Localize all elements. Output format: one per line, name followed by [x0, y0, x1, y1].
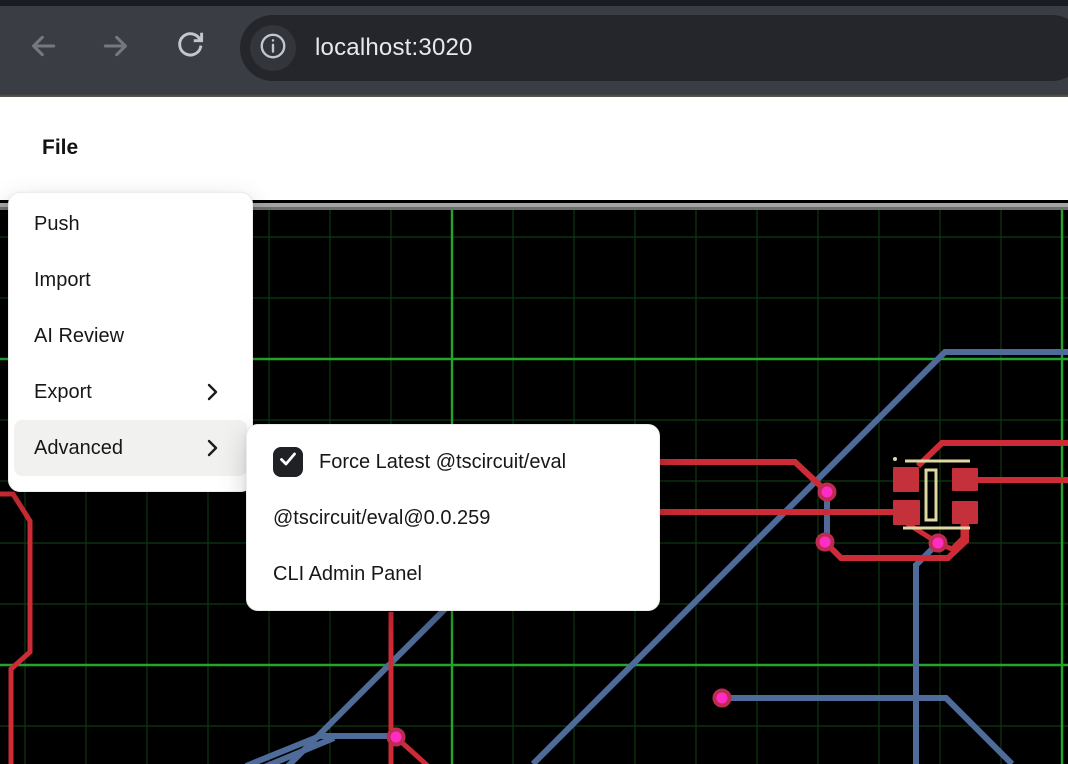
page-background: [0, 97, 1068, 200]
menu-item-push[interactable]: Push: [14, 196, 247, 252]
menu-item-label: Export: [34, 381, 92, 404]
menu-item-label: Import: [34, 269, 91, 292]
file-dropdown-menu: Push Import AI Review Export Advanced: [8, 192, 253, 492]
url-text[interactable]: localhost:3020: [315, 15, 473, 81]
window-top-strip: [0, 0, 1068, 6]
menu-item-ai-review[interactable]: AI Review: [14, 308, 247, 364]
menu-item-label: Push: [34, 213, 80, 236]
menu-item-label: AI Review: [34, 325, 124, 348]
back-arrow-icon: [27, 30, 59, 67]
reload-button[interactable]: [174, 32, 206, 64]
chevron-right-icon: [205, 381, 220, 403]
forward-arrow-icon: [100, 30, 132, 67]
file-menu-trigger[interactable]: File: [42, 136, 78, 160]
menu-item-advanced[interactable]: Advanced: [14, 420, 247, 476]
submenu-item-label: @tscircuit/eval@0.0.259: [273, 507, 490, 530]
back-button[interactable]: [27, 32, 59, 64]
menu-item-export[interactable]: Export: [14, 364, 247, 420]
advanced-submenu: Force Latest @tscircuit/eval @tscircuit/…: [246, 424, 660, 611]
submenu-item-label: Force Latest @tscircuit/eval: [319, 451, 566, 474]
forward-button[interactable]: [100, 32, 132, 64]
menu-item-label: Advanced: [34, 437, 123, 460]
submenu-item-eval-version[interactable]: @tscircuit/eval@0.0.259: [247, 490, 659, 546]
checkbox-checked[interactable]: [273, 447, 303, 477]
submenu-item-cli-admin-panel[interactable]: CLI Admin Panel: [247, 546, 659, 602]
menu-item-import[interactable]: Import: [14, 252, 247, 308]
submenu-item-force-latest[interactable]: Force Latest @tscircuit/eval: [247, 434, 659, 490]
browser-toolbar: localhost:3020: [0, 0, 1068, 97]
check-icon: [276, 447, 300, 477]
browser-window: localhost:3020 File: [0, 0, 1068, 764]
chevron-right-icon: [205, 437, 220, 459]
site-info-button[interactable]: [250, 25, 296, 71]
reload-icon: [174, 30, 206, 67]
info-icon: [258, 31, 288, 66]
submenu-item-label: CLI Admin Panel: [273, 563, 422, 586]
